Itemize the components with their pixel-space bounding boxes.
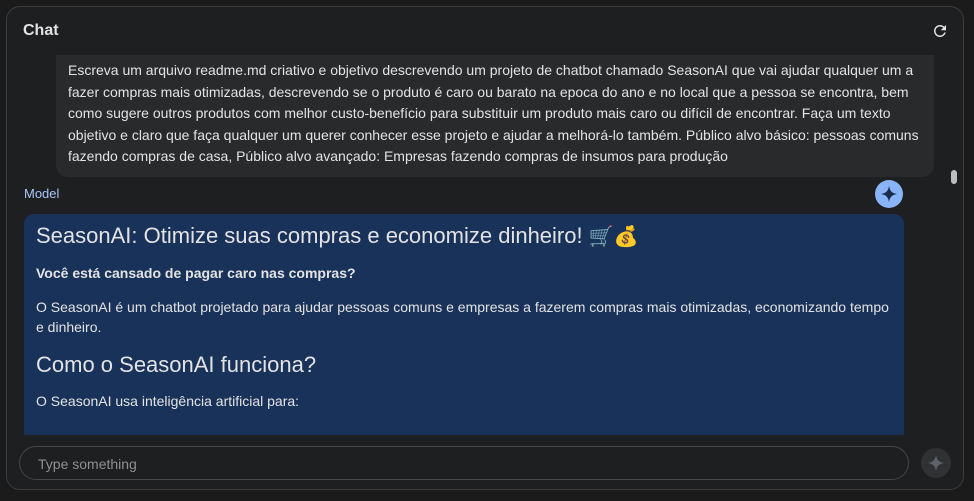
model-message: SeasonAI: Otimize suas compras e economi… [24,214,904,435]
user-message-text: Escreva um arquivo readme.md criativo e … [68,62,919,164]
chat-header: Chat [7,7,963,55]
model-uses: O SeasonAI usa inteligência artificial p… [36,393,300,409]
chat-history[interactable]: Escreva um arquivo readme.md criativo e … [7,55,952,435]
send-button[interactable] [921,448,951,478]
cart-money-emoji: 🛒💰 [588,224,639,248]
model-heading: SeasonAI: Otimize suas compras e economi… [36,222,892,250]
sparkle-icon [875,180,903,208]
message-input[interactable] [36,447,900,481]
model-question: Você está cansado de pagar caro nas comp… [36,265,356,281]
model-heading-text: SeasonAI: Otimize suas compras e economi… [36,223,583,248]
message-input-wrapper [19,446,909,481]
user-message: Escreva um arquivo readme.md criativo e … [56,55,934,177]
model-intro: O SeasonAI é um chatbot projetado para a… [36,299,889,335]
model-label: Model [24,186,60,201]
refresh-icon[interactable] [931,22,949,40]
chat-panel: Chat Escreva um arquivo readme.md criati… [6,6,964,490]
sparkle-send-icon [927,454,945,472]
chat-title: Chat [23,22,59,39]
model-subheading: Como o SeasonAI funciona? [36,352,317,377]
scrollbar-thumb[interactable] [951,170,957,184]
